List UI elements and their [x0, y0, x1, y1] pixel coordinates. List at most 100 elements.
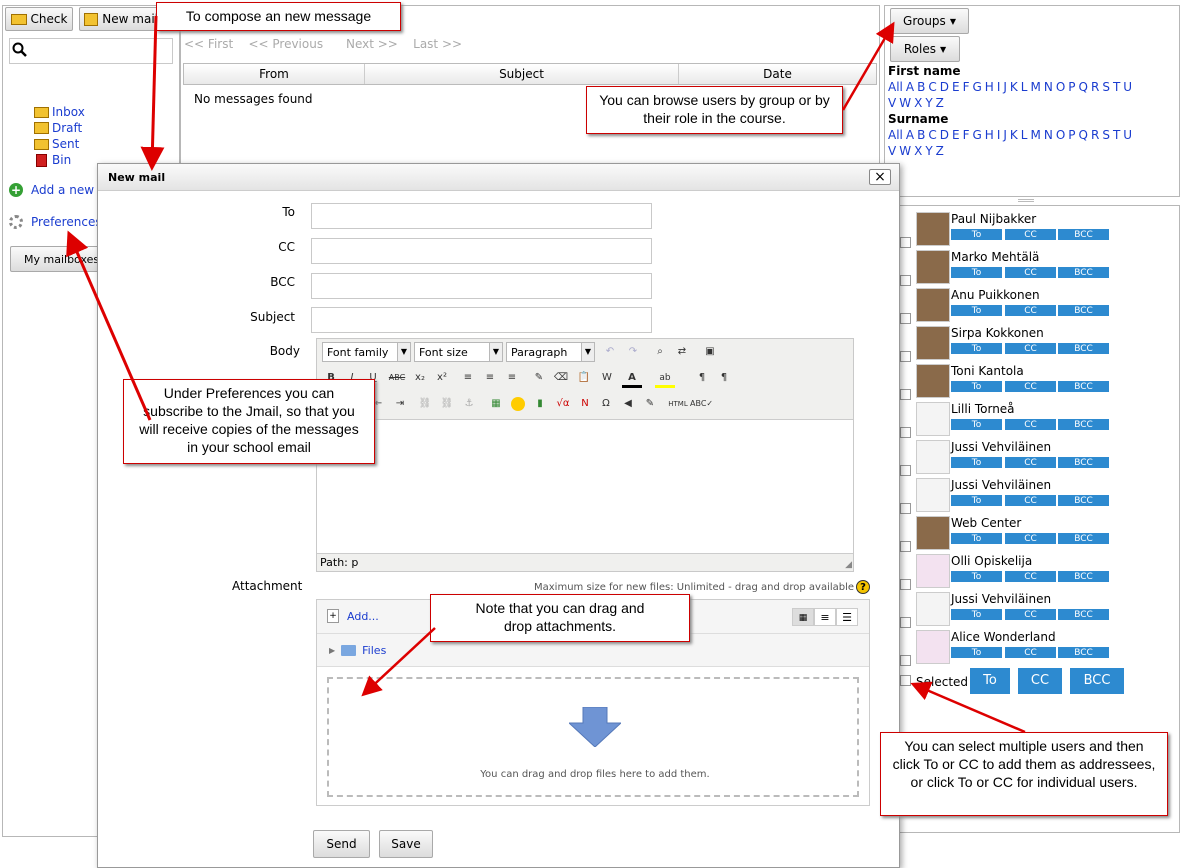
user-to-button[interactable]: To [951, 267, 1002, 278]
user-cc-button[interactable]: CC [1005, 343, 1056, 354]
firstname-letter[interactable]: G [972, 80, 981, 94]
user-cc-button[interactable]: CC [1005, 381, 1056, 392]
add-file-button[interactable]: + Add... [327, 609, 379, 623]
surname-letter[interactable]: D [940, 128, 949, 142]
pager-next[interactable]: Next >> [346, 37, 398, 51]
font-size-select[interactable]: Font size ▼ [414, 342, 503, 362]
resize-handle-icon[interactable]: ◢ [845, 560, 852, 570]
link-icon[interactable]: ⛓ [415, 394, 435, 414]
column-subject[interactable]: Subject [365, 64, 679, 84]
firstname-letter[interactable]: All [888, 80, 903, 94]
firstname-letter[interactable]: L [1021, 80, 1028, 94]
firstname-letter[interactable]: I [997, 80, 1001, 94]
text-color-icon[interactable]: A [622, 368, 642, 388]
firstname-letter[interactable]: B [917, 80, 925, 94]
surname-letter[interactable]: V [888, 144, 896, 158]
surname-letter[interactable]: H [985, 128, 994, 142]
to-field[interactable] [311, 203, 652, 229]
nonbreaking-icon[interactable]: ◀ [618, 394, 638, 414]
selected-to-button[interactable]: To [970, 668, 1010, 694]
close-button[interactable]: × [869, 169, 891, 185]
fullscreen-icon[interactable]: ▣ [700, 342, 720, 362]
indent-icon[interactable]: ⇥ [390, 394, 410, 414]
user-cc-button[interactable]: CC [1005, 419, 1056, 430]
surname-letter[interactable]: J [1003, 128, 1007, 142]
firstname-letter[interactable]: N [1044, 80, 1053, 94]
user-bcc-button[interactable]: BCC [1058, 305, 1109, 316]
view-icons-button[interactable]: ▦ [792, 608, 814, 626]
drop-zone[interactable]: You can drag and drop files here to add … [317, 666, 869, 805]
user-checkbox[interactable] [900, 275, 911, 286]
firstname-letter[interactable]: V [888, 96, 896, 110]
firstname-letter[interactable]: F [963, 80, 970, 94]
firstname-letter[interactable]: X [914, 96, 922, 110]
align-right-icon[interactable]: ≡ [502, 368, 522, 388]
redo-icon[interactable]: ↷ [623, 342, 643, 362]
find-icon[interactable]: ⌕ [650, 342, 670, 362]
surname-letter[interactable]: C [928, 128, 936, 142]
surname-letter[interactable]: O [1056, 128, 1065, 142]
user-checkbox[interactable] [900, 503, 911, 514]
surname-letter[interactable]: B [917, 128, 925, 142]
subscript-icon[interactable]: x₂ [410, 368, 430, 388]
user-to-button[interactable]: To [951, 647, 1002, 658]
spellcheck-icon[interactable]: N [575, 394, 595, 414]
surname-letter[interactable]: N [1044, 128, 1053, 142]
user-to-button[interactable]: To [951, 305, 1002, 316]
add-mailbox-link[interactable]: + Add a new [9, 183, 94, 197]
selected-cc-button[interactable]: CC [1018, 668, 1062, 694]
firstname-letter[interactable]: A [906, 80, 914, 94]
user-to-button[interactable]: To [951, 495, 1002, 506]
user-checkbox[interactable] [900, 541, 911, 552]
folder-sent[interactable]: Sent [34, 136, 85, 152]
firstname-letter[interactable]: J [1003, 80, 1007, 94]
view-list-button[interactable]: ≡ [814, 608, 836, 626]
selected-checkbox[interactable] [900, 675, 911, 686]
spell-check-icon[interactable]: ABC✓ [690, 394, 713, 414]
user-cc-button[interactable]: CC [1005, 571, 1056, 582]
firstname-letter[interactable]: Z [936, 96, 944, 110]
preferences-link[interactable]: Preferences [9, 215, 102, 229]
user-cc-button[interactable]: CC [1005, 533, 1056, 544]
anchor-icon[interactable]: ⚓ [459, 394, 479, 414]
firstname-letter[interactable]: O [1056, 80, 1065, 94]
user-checkbox[interactable] [900, 465, 911, 476]
view-tree-button[interactable]: ☰ [836, 608, 858, 626]
media-icon[interactable]: ▮ [530, 394, 550, 414]
user-to-button[interactable]: To [951, 419, 1002, 430]
align-left-icon[interactable]: ≡ [458, 368, 478, 388]
user-to-button[interactable]: To [951, 609, 1002, 620]
selected-bcc-button[interactable]: BCC [1070, 668, 1124, 694]
surname-letter[interactable]: U [1123, 128, 1132, 142]
user-cc-button[interactable]: CC [1005, 229, 1056, 240]
surname-letter[interactable]: W [899, 144, 911, 158]
user-checkbox[interactable] [900, 351, 911, 362]
check-button[interactable]: Check [5, 7, 73, 31]
user-to-button[interactable]: To [951, 457, 1002, 468]
user-bcc-button[interactable]: BCC [1058, 571, 1109, 582]
send-button[interactable]: Send [313, 830, 370, 858]
user-bcc-button[interactable]: BCC [1058, 495, 1109, 506]
user-cc-button[interactable]: CC [1005, 305, 1056, 316]
folder-draft[interactable]: Draft [34, 120, 85, 136]
groups-dropdown[interactable]: Groups ▼ [890, 8, 969, 34]
align-center-icon[interactable]: ≡ [480, 368, 500, 388]
superscript-icon[interactable]: x² [432, 368, 452, 388]
user-cc-button[interactable]: CC [1005, 495, 1056, 506]
firstname-letter[interactable]: E [952, 80, 960, 94]
user-checkbox[interactable] [900, 617, 911, 628]
user-bcc-button[interactable]: BCC [1058, 457, 1109, 468]
files-folder[interactable]: ▶ Files [329, 644, 386, 657]
firstname-letter[interactable]: D [940, 80, 949, 94]
surname-letter[interactable]: L [1021, 128, 1028, 142]
user-bcc-button[interactable]: BCC [1058, 647, 1109, 658]
user-bcc-button[interactable]: BCC [1058, 381, 1109, 392]
surname-letter[interactable]: A [906, 128, 914, 142]
user-checkbox[interactable] [900, 237, 911, 248]
user-to-button[interactable]: To [951, 229, 1002, 240]
folder-inbox[interactable]: Inbox [34, 104, 85, 120]
search-input[interactable] [9, 38, 173, 64]
user-to-button[interactable]: To [951, 571, 1002, 582]
user-to-button[interactable]: To [951, 343, 1002, 354]
pager-previous[interactable]: << Previous [248, 37, 323, 51]
